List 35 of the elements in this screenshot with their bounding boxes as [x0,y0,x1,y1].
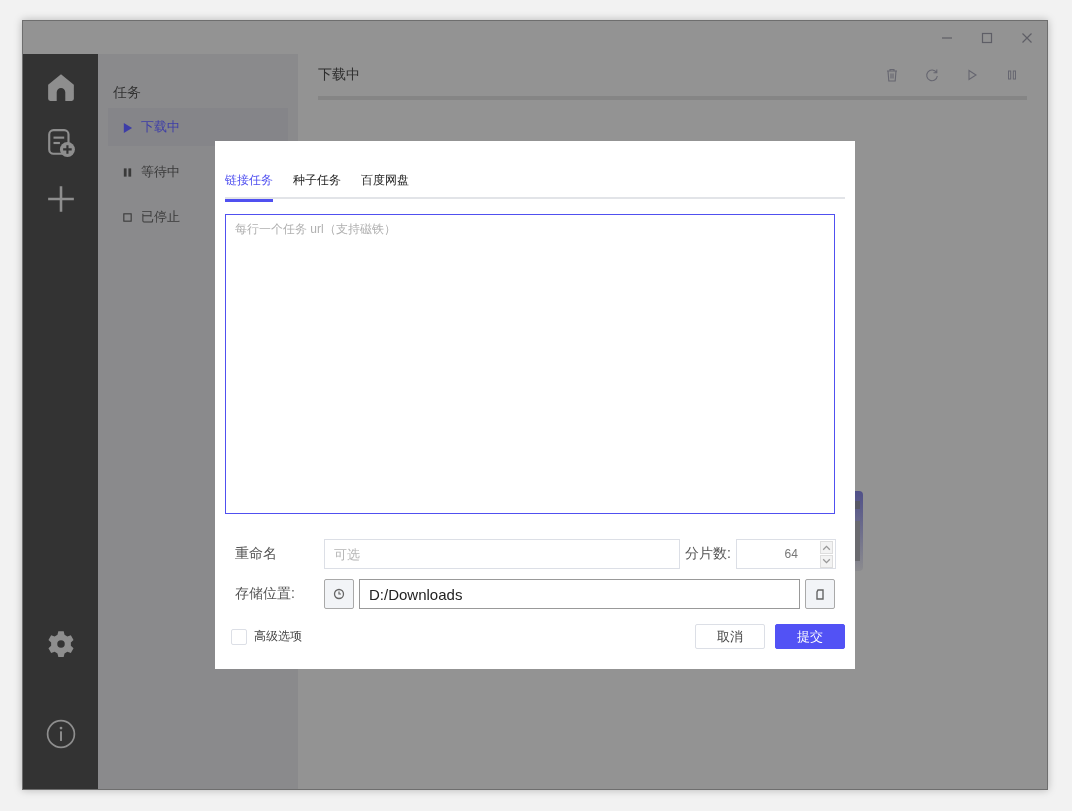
add-document-icon[interactable] [45,128,76,158]
save-location-label: 存储位置: [234,585,296,603]
url-input-field[interactable]: 每行一个任务 url（支持磁铁） [225,214,835,514]
trash-icon[interactable] [885,68,899,82]
save-location-field[interactable]: D:/Downloads [359,579,800,609]
history-button[interactable] [324,579,354,609]
pause-icon [122,166,133,178]
submit-button[interactable]: 提交 [775,624,845,649]
cancel-button[interactable]: 取消 [695,624,765,649]
play-icon [122,121,133,133]
close-icon[interactable] [1021,31,1033,44]
dialog-tab[interactable]: 种子任务 [293,172,341,202]
rename-label: 重命名 [234,545,278,563]
chevron-down-icon[interactable] [819,554,833,568]
browse-folder-button[interactable] [805,579,835,609]
segments-label: 分片数: [685,545,731,563]
plus-icon[interactable] [45,184,76,214]
clock-icon [333,588,345,600]
info-icon[interactable] [45,719,76,749]
square-icon [122,211,133,223]
file-icon [814,588,826,600]
pause-icon[interactable] [1005,68,1019,82]
dialog-tab[interactable]: 链接任务 [225,172,273,202]
maximize-icon[interactable] [981,31,993,44]
advanced-options-label: 高级选项 [254,628,302,645]
dialog-tab[interactable]: 百度网盘 [361,172,409,202]
advanced-options-checkbox[interactable] [231,628,247,645]
play-icon[interactable] [965,68,979,82]
refresh-icon[interactable] [925,68,939,82]
rename-field[interactable]: 可选 [324,539,680,569]
segments-spinner-field[interactable]: 64 [735,539,836,569]
home-icon[interactable] [45,72,76,102]
panel-title: 任务 [112,84,142,102]
page-title: 下载中 [318,66,361,84]
chevron-up-icon[interactable] [819,540,833,554]
